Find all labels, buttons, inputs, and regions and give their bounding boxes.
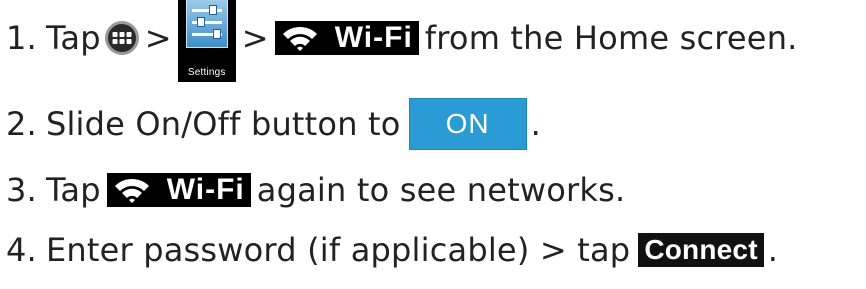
step-text-lead: Slide On/Off button to [45, 105, 401, 143]
settings-sliders-icon [185, 0, 228, 48]
step-text-tail: again to see networks. [256, 171, 626, 209]
step-number: 2. [6, 105, 37, 143]
step-text-tap: Tap [45, 171, 101, 209]
step-number: 3. [6, 171, 37, 209]
toggle-label: ON [445, 108, 490, 139]
settings-label: Settings [187, 67, 226, 78]
separator-arrow: > [241, 19, 269, 57]
connect-label: Connect [644, 234, 758, 265]
wifi-icon [114, 178, 149, 203]
wifi-menu-item[interactable]: Wi-Fi [274, 21, 419, 55]
wifi-label: Wi-Fi [166, 173, 245, 206]
separator-arrow: > [144, 19, 172, 57]
step-3: 3. Tap Wi-Fi again to see networks. [6, 162, 625, 218]
apps-grid-icon[interactable] [104, 21, 139, 55]
on-off-toggle[interactable]: ON [408, 98, 527, 150]
step-text-tap: Tap [45, 19, 101, 57]
step-4: 4. Enter password (if applicable) > tap … [6, 222, 778, 278]
step-number: 1. [6, 19, 37, 57]
connect-button[interactable]: Connect [638, 233, 764, 267]
step-text-tail: . [767, 231, 779, 269]
wifi-label: Wi-Fi [334, 21, 413, 54]
wifi-menu-item[interactable]: Wi-Fi [106, 173, 251, 207]
step-1: 1. Tap > Settings > Wi-Fi from the Home … [6, 0, 798, 82]
step-text-lead: Enter password (if applicable) > tap [45, 231, 631, 269]
step-2: 2. Slide On/Off button to ON . [6, 96, 541, 152]
step-text-tail: . [530, 105, 541, 143]
step-text-tail: from the Home screen. [424, 19, 798, 57]
settings-app-tile[interactable]: Settings [177, 0, 236, 82]
wifi-icon [282, 26, 317, 51]
step-number: 4. [6, 231, 37, 269]
